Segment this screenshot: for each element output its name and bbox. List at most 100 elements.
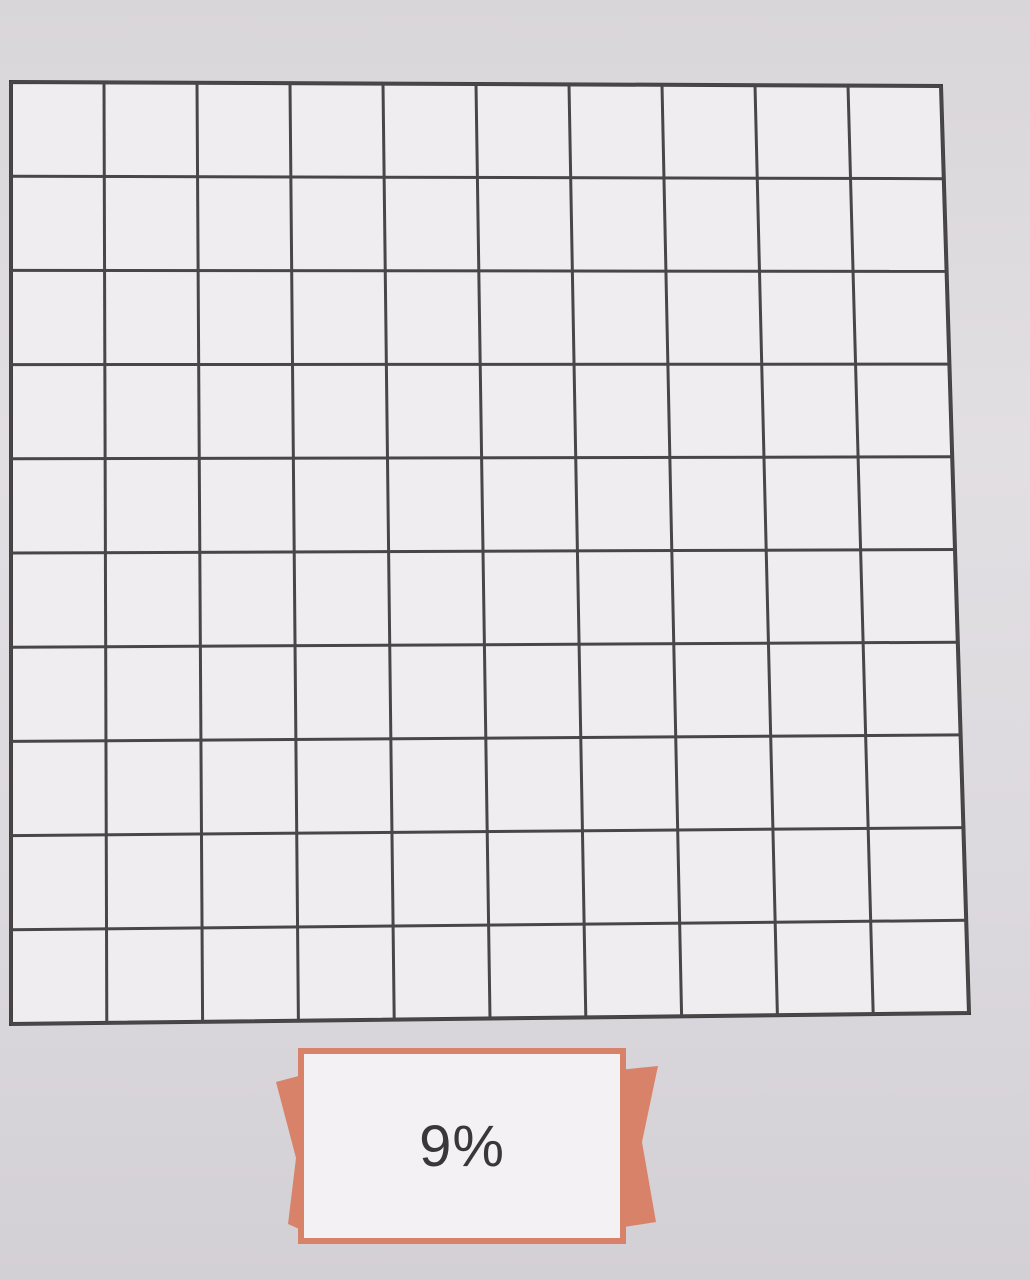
grid-cell — [201, 833, 297, 928]
grid-cell — [202, 927, 298, 1022]
grid-cell — [871, 920, 969, 1014]
grid-cell — [672, 550, 769, 644]
grid-cell — [11, 647, 106, 742]
grid-cell — [293, 364, 388, 458]
grid-cell — [201, 739, 297, 834]
grid-cell — [384, 177, 479, 271]
grid-cell — [292, 271, 387, 365]
grid-cell — [486, 738, 583, 832]
grid-cell — [393, 925, 490, 1020]
grid-cell — [773, 828, 871, 922]
grid-cell — [392, 832, 489, 926]
grid-cell — [11, 835, 107, 930]
grid-cell — [106, 834, 202, 929]
grid-cell — [582, 830, 679, 924]
worksheet-page: 9% — [0, 0, 1030, 1280]
grid-cell — [584, 923, 681, 1017]
answer-banner: 9% — [266, 1046, 662, 1252]
grid-cell — [480, 364, 576, 458]
grid-cell — [106, 646, 201, 741]
grid-cell — [11, 365, 105, 459]
grid-cell — [775, 921, 873, 1015]
grid-cell — [199, 458, 294, 552]
grid-cell — [198, 177, 292, 271]
grid-cell — [476, 84, 571, 178]
grid-cell — [385, 271, 480, 365]
grid-cell — [387, 458, 483, 552]
grid-cell — [295, 645, 391, 739]
grid-cell — [391, 738, 487, 832]
grid-cell — [766, 550, 863, 643]
grid-cell — [104, 176, 198, 270]
grid-cell — [11, 741, 106, 836]
answer-value: 9% — [419, 1113, 505, 1179]
grid-cell — [489, 924, 586, 1018]
grid-cell — [11, 929, 107, 1024]
grid-cell — [105, 271, 199, 365]
grid-cell — [764, 457, 861, 550]
grid-cell — [759, 271, 855, 364]
grid-cell — [680, 922, 778, 1016]
grid-row-line — [10, 268, 947, 273]
grid-cell — [389, 551, 485, 645]
grid-cell — [762, 364, 858, 457]
grid-cell — [848, 86, 944, 179]
grid-cell — [577, 551, 673, 645]
grid-cell — [483, 551, 579, 645]
grid-cell — [297, 832, 393, 927]
grid-cell — [574, 364, 670, 457]
grid-cell — [106, 740, 202, 835]
grid-cell — [479, 271, 574, 364]
grid-cell — [11, 459, 105, 553]
grid-cell — [290, 83, 384, 177]
grid-cell — [293, 458, 388, 552]
grid-cell — [383, 84, 477, 178]
grid-cell — [676, 736, 773, 830]
grid-cell — [487, 831, 584, 925]
grid-cell — [291, 177, 385, 271]
grid-cell — [858, 457, 955, 550]
grid-cell — [768, 643, 865, 737]
grid-cell — [576, 457, 672, 551]
grid-cell — [571, 178, 666, 271]
grid-cell — [868, 828, 966, 922]
grid-cell — [569, 84, 664, 178]
grid-cell — [861, 550, 958, 643]
grid-cell — [105, 365, 199, 459]
grid-cell — [863, 642, 960, 735]
grid-cell — [11, 176, 105, 270]
grid-cell — [294, 552, 390, 646]
grid-cell — [851, 178, 947, 271]
grid-cell — [678, 829, 775, 923]
grid-cell — [771, 736, 868, 830]
grid-cell — [755, 85, 851, 178]
grid-cell — [390, 645, 486, 739]
grid-cell — [484, 644, 580, 738]
grid-cell — [674, 643, 771, 737]
grid-cell — [579, 644, 676, 738]
grid-cell — [856, 364, 953, 457]
grid-cell — [105, 552, 200, 646]
grid-cell — [866, 735, 964, 829]
grid-cell — [666, 271, 762, 364]
grid-cell — [199, 364, 294, 458]
grid-cell — [105, 458, 200, 552]
grid-cell — [11, 82, 104, 176]
answer-box: 9% — [298, 1048, 626, 1244]
grid-cell — [477, 177, 572, 271]
grid-cell — [482, 458, 578, 552]
grid-row-line — [10, 455, 953, 461]
grid-cell — [200, 646, 296, 740]
grid-row-line — [10, 362, 950, 367]
grid-cell — [668, 364, 764, 457]
grid-cell — [197, 83, 291, 177]
grid-cell — [200, 552, 295, 646]
grid-cell — [198, 271, 292, 365]
grid-cell — [670, 457, 766, 550]
grid-cell — [298, 926, 395, 1021]
grid-cell — [386, 364, 481, 458]
grid-cell — [11, 270, 105, 364]
grid-cell — [296, 739, 392, 833]
grid-cell — [662, 85, 757, 178]
grid-cell — [572, 271, 668, 364]
